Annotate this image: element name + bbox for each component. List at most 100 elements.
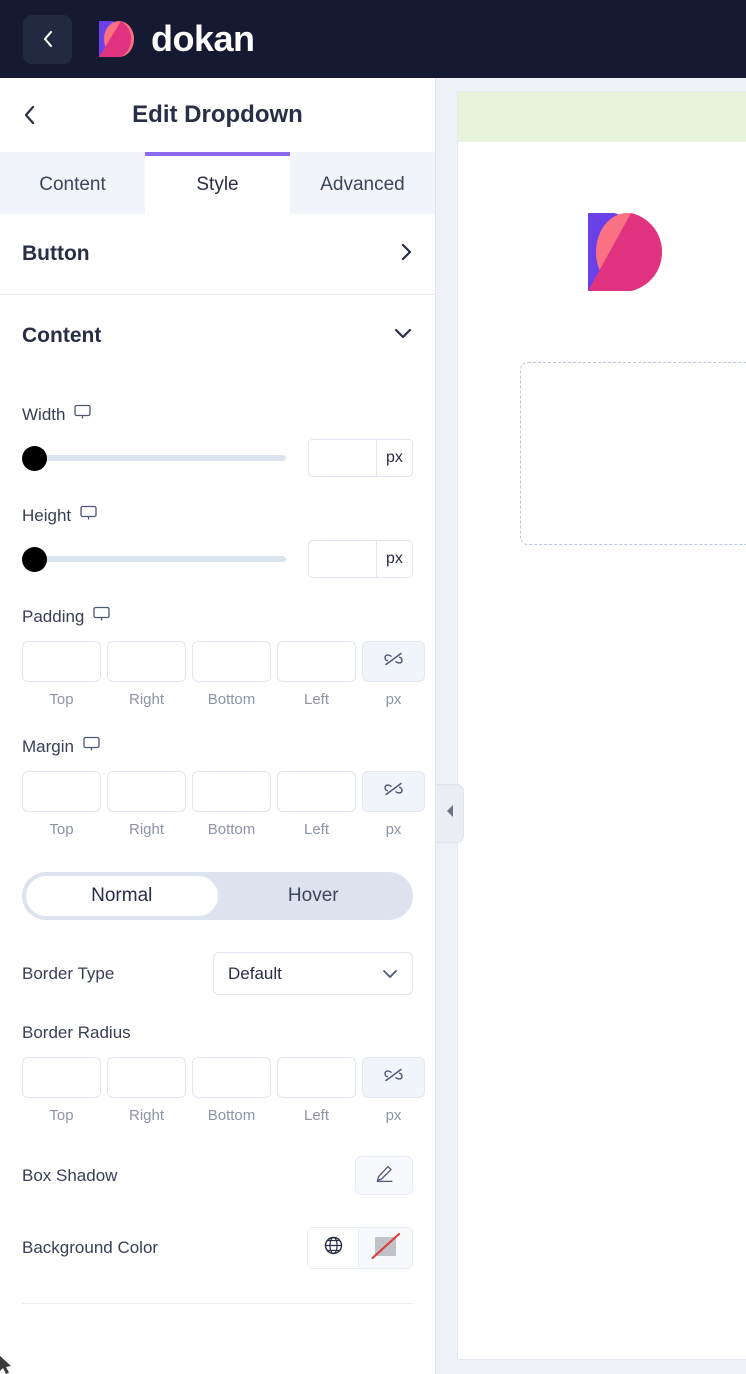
box-shadow-edit-button[interactable] <box>355 1156 413 1195</box>
global-color-button[interactable] <box>308 1228 358 1268</box>
section-button[interactable]: Button <box>0 214 435 295</box>
brand-logo: dokan <box>97 18 255 60</box>
chevron-down-icon <box>393 327 413 345</box>
tab-content[interactable]: Content <box>0 152 145 214</box>
control-margin: Margin Top Right Bottom Left px <box>22 708 425 838</box>
padding-link-toggle[interactable] <box>362 641 425 682</box>
slider-thumb[interactable] <box>22 445 47 471</box>
globe-icon <box>323 1235 344 1261</box>
field-caption: Top <box>49 1107 74 1124</box>
control-label: Border Type <box>22 963 115 983</box>
control-label: Margin <box>22 736 74 756</box>
radius-unit[interactable]: px <box>362 1107 425 1124</box>
chevron-down-icon <box>382 964 398 984</box>
width-input[interactable] <box>308 440 376 476</box>
padding-bottom-input[interactable] <box>192 641 271 682</box>
radius-left-input[interactable] <box>277 1057 356 1098</box>
radius-top-input[interactable] <box>22 1057 101 1098</box>
control-width: Width px <box>22 376 413 477</box>
margin-bottom-input[interactable] <box>192 771 271 812</box>
border-type-select[interactable]: Default <box>213 952 413 995</box>
preview-top-banner <box>458 92 746 142</box>
tab-label: Advanced <box>320 174 405 195</box>
preview-canvas[interactable] <box>458 92 746 1359</box>
dokan-page-builder-screen: dokan Edit Dropdown Content Style Advanc… <box>0 0 746 1374</box>
border-type-value: Default <box>228 963 282 983</box>
slider-row: px <box>22 439 413 477</box>
editor-panel-header: Edit Dropdown <box>0 78 435 152</box>
control-label-row: Margin <box>22 736 413 757</box>
chevron-right-icon <box>400 242 413 267</box>
control-height: Height px <box>22 477 413 578</box>
tab-advanced[interactable]: Advanced <box>290 152 435 214</box>
padding-top-cell: Top <box>22 641 101 708</box>
slider-track <box>34 556 286 562</box>
unlink-icon <box>383 1067 404 1088</box>
control-label: Padding <box>22 606 85 626</box>
radius-right-input[interactable] <box>107 1057 186 1098</box>
padding-right-input[interactable] <box>107 641 186 682</box>
padding-top-input[interactable] <box>22 641 101 682</box>
border-radius-fields: Top Right Bottom Left px <box>22 1057 425 1124</box>
no-color-swatch-icon <box>369 1231 403 1266</box>
width-number-group: px <box>307 439 413 477</box>
preview-logo <box>458 142 746 362</box>
width-slider[interactable] <box>22 443 286 473</box>
height-slider[interactable] <box>22 544 286 574</box>
panel-collapse-handle[interactable] <box>436 784 464 843</box>
dokan-logo-mark-icon <box>584 207 663 297</box>
radius-link-toggle[interactable] <box>362 1057 425 1098</box>
state-toggle-wrap: Normal Hover <box>22 838 413 920</box>
section-content[interactable]: Content <box>0 295 435 376</box>
padding-link-cell: px <box>362 641 425 708</box>
radius-bottom-input[interactable] <box>192 1057 271 1098</box>
field-caption: Right <box>128 821 165 838</box>
padding-unit[interactable]: px <box>362 691 425 708</box>
control-label: Height <box>22 505 72 525</box>
margin-left-cell: Left <box>277 771 356 838</box>
topbar-back-button[interactable] <box>23 14 72 64</box>
slider-thumb[interactable] <box>22 546 47 572</box>
preview-area <box>436 78 746 1374</box>
monitor-icon[interactable] <box>80 505 97 526</box>
width-unit[interactable]: px <box>375 440 412 476</box>
slider-track <box>34 455 286 461</box>
monitor-icon[interactable] <box>83 736 100 757</box>
control-label: Background Color <box>22 1238 159 1257</box>
dokan-logo-mark-icon <box>97 18 136 60</box>
field-caption: Left <box>303 691 330 708</box>
brand-name: dokan <box>151 18 255 59</box>
tab-style[interactable]: Style <box>145 152 290 214</box>
margin-link-toggle[interactable] <box>362 771 425 812</box>
chevron-left-icon <box>24 105 35 125</box>
height-input[interactable] <box>308 541 376 577</box>
state-toggle-hover[interactable]: Hover <box>218 876 410 916</box>
unlink-icon <box>383 651 404 672</box>
section-title: Content <box>22 323 102 347</box>
tab-label: Content <box>39 174 106 195</box>
color-swatch-button[interactable] <box>358 1228 412 1268</box>
control-label-row: Width <box>22 404 413 425</box>
preview-placeholder-box[interactable] <box>520 362 746 545</box>
state-toggle-normal[interactable]: Normal <box>26 876 218 916</box>
radius-bottom-cell: Bottom <box>192 1057 271 1124</box>
margin-right-input[interactable] <box>107 771 186 812</box>
radius-left-cell: Left <box>277 1057 356 1124</box>
height-number-group: px <box>307 540 413 578</box>
margin-unit[interactable]: px <box>362 821 425 838</box>
control-padding: Padding Top Right Bottom Left px <box>22 578 425 708</box>
margin-fields: Top Right Bottom Left px <box>22 771 425 838</box>
padding-left-cell: Left <box>277 641 356 708</box>
margin-top-input[interactable] <box>22 771 101 812</box>
monitor-icon[interactable] <box>93 606 111 627</box>
padding-left-input[interactable] <box>277 641 356 682</box>
chevron-left-icon <box>40 28 56 50</box>
radius-link-cell: px <box>362 1057 425 1124</box>
height-unit[interactable]: px <box>375 541 412 577</box>
field-caption: Right <box>128 691 165 708</box>
field-caption: Bottom <box>207 691 256 708</box>
panel-back-button[interactable] <box>22 103 38 127</box>
slider-row: px <box>22 540 413 578</box>
margin-left-input[interactable] <box>277 771 356 812</box>
monitor-icon[interactable] <box>74 404 92 425</box>
